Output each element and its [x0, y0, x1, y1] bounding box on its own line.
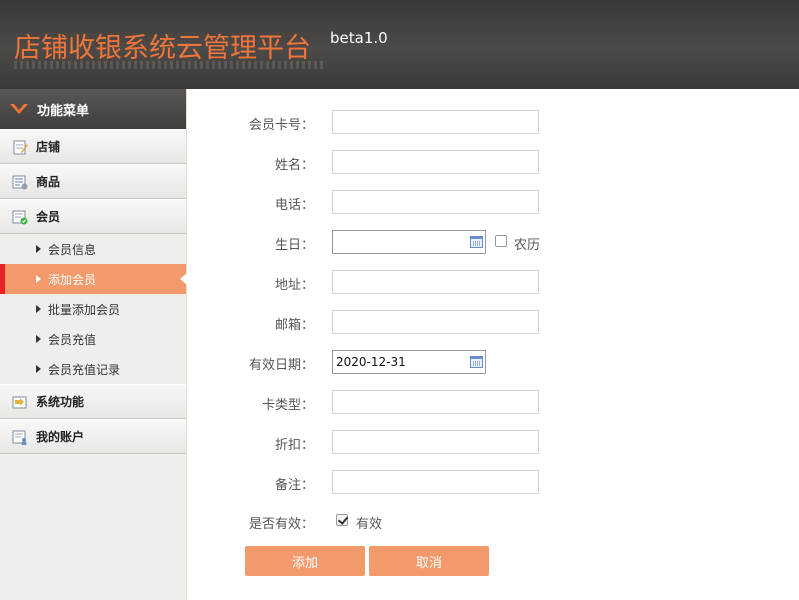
note-input[interactable]	[332, 470, 539, 494]
sidebar-subitem-batch-add-member[interactable]: 批量添加会员	[0, 294, 186, 324]
caret-right-icon	[36, 275, 41, 283]
card-type-label: 卡类型：	[261, 398, 314, 413]
sidebar: 功能菜单 店铺 商品 会员 会员信息 添加会员 批量添加会员 会员充值 会员充值…	[0, 89, 187, 600]
app-header: 店铺收银系统云管理平台 beta1.0	[0, 0, 799, 89]
sidebar-item-system[interactable]: 系统功能	[0, 384, 186, 419]
form-row-name: 姓名：	[188, 150, 799, 174]
sidebar-item-label: 商品	[36, 175, 61, 189]
add-member-form: 会员卡号： 姓名： 电话： 生日： 农历 地址： 邮箱： 有效日期： 卡类型： …	[188, 89, 799, 600]
form-row-discount: 折扣：	[188, 430, 799, 454]
form-row-note: 备注：	[188, 470, 799, 494]
chevron-down-icon	[10, 104, 28, 114]
form-row-card-no: 会员卡号：	[188, 110, 799, 134]
card-no-input[interactable]	[332, 110, 539, 134]
valid-date-input[interactable]	[332, 350, 486, 374]
title-reflection	[14, 61, 324, 69]
calendar-icon[interactable]	[470, 356, 483, 368]
discount-input[interactable]	[332, 430, 539, 454]
note-label: 备注：	[274, 478, 314, 493]
phone-label: 电话：	[274, 198, 314, 213]
menu-header[interactable]: 功能菜单	[0, 89, 186, 129]
sidebar-subitem-label: 会员信息	[48, 242, 97, 257]
address-label: 地址：	[274, 278, 314, 293]
app-title: 店铺收银系统云管理平台	[14, 33, 311, 64]
form-row-birthday: 生日： 农历	[188, 230, 799, 254]
discount-label: 折扣：	[274, 438, 314, 453]
sidebar-item-label: 系统功能	[36, 395, 85, 409]
form-row-card-type: 卡类型：	[188, 390, 799, 414]
valid-date-label: 有效日期：	[248, 358, 314, 373]
phone-input[interactable]	[332, 190, 539, 214]
caret-right-icon	[36, 245, 41, 253]
sidebar-item-label: 店铺	[36, 140, 61, 154]
app-version: beta1.0	[330, 29, 388, 47]
cancel-button[interactable]: 取消	[369, 546, 489, 576]
menu-title: 功能菜单	[37, 103, 90, 119]
name-label: 姓名：	[274, 158, 314, 173]
address-input[interactable]	[332, 270, 539, 294]
form-row-email: 邮箱：	[188, 310, 799, 334]
lunar-label: 农历	[514, 238, 541, 253]
caret-right-icon	[36, 305, 41, 313]
caret-right-icon	[36, 365, 41, 373]
birthday-input[interactable]	[332, 230, 486, 254]
card-type-input[interactable]	[332, 390, 539, 414]
form-row-address: 地址：	[188, 270, 799, 294]
caret-right-icon	[36, 335, 41, 343]
sidebar-item-label: 我的账户	[36, 430, 85, 444]
list-settings-icon	[12, 175, 28, 189]
sidebar-subitem-label: 批量添加会员	[48, 302, 121, 317]
calendar-icon[interactable]	[470, 236, 483, 248]
member-card-icon	[12, 210, 28, 224]
lunar-checkbox[interactable]	[495, 235, 507, 247]
is-valid-checkbox[interactable]	[336, 514, 348, 526]
email-label: 邮箱：	[274, 318, 314, 333]
is-valid-option-label: 有效	[356, 517, 383, 532]
sidebar-subitem-label: 添加会员	[48, 272, 97, 287]
form-row-phone: 电话：	[188, 190, 799, 214]
add-button[interactable]: 添加	[245, 546, 365, 576]
account-icon	[12, 430, 27, 445]
sidebar-subitem-member-info[interactable]: 会员信息	[0, 234, 186, 264]
system-icon	[12, 396, 27, 408]
sidebar-item-member[interactable]: 会员	[0, 199, 186, 234]
card-no-label: 会员卡号：	[248, 118, 314, 133]
sidebar-subitem-add-member[interactable]: 添加会员	[0, 264, 187, 294]
form-row-is-valid: 是否有效： 有效	[188, 509, 799, 533]
sidebar-subitem-member-recharge[interactable]: 会员充值	[0, 324, 186, 354]
sidebar-subitem-label: 会员充值记录	[48, 362, 121, 377]
sidebar-item-store[interactable]: 店铺	[0, 129, 186, 164]
form-row-valid-date: 有效日期：	[188, 350, 799, 374]
email-input[interactable]	[332, 310, 539, 334]
edit-doc-icon	[13, 140, 28, 154]
sidebar-item-account[interactable]: 我的账户	[0, 419, 186, 454]
sidebar-subitem-recharge-records[interactable]: 会员充值记录	[0, 354, 186, 384]
sidebar-subitem-label: 会员充值	[48, 332, 97, 347]
sidebar-item-label: 会员	[36, 210, 61, 224]
is-valid-label: 是否有效：	[248, 517, 314, 532]
birthday-label: 生日：	[274, 238, 314, 253]
sidebar-item-goods[interactable]: 商品	[0, 164, 186, 199]
name-input[interactable]	[332, 150, 539, 174]
